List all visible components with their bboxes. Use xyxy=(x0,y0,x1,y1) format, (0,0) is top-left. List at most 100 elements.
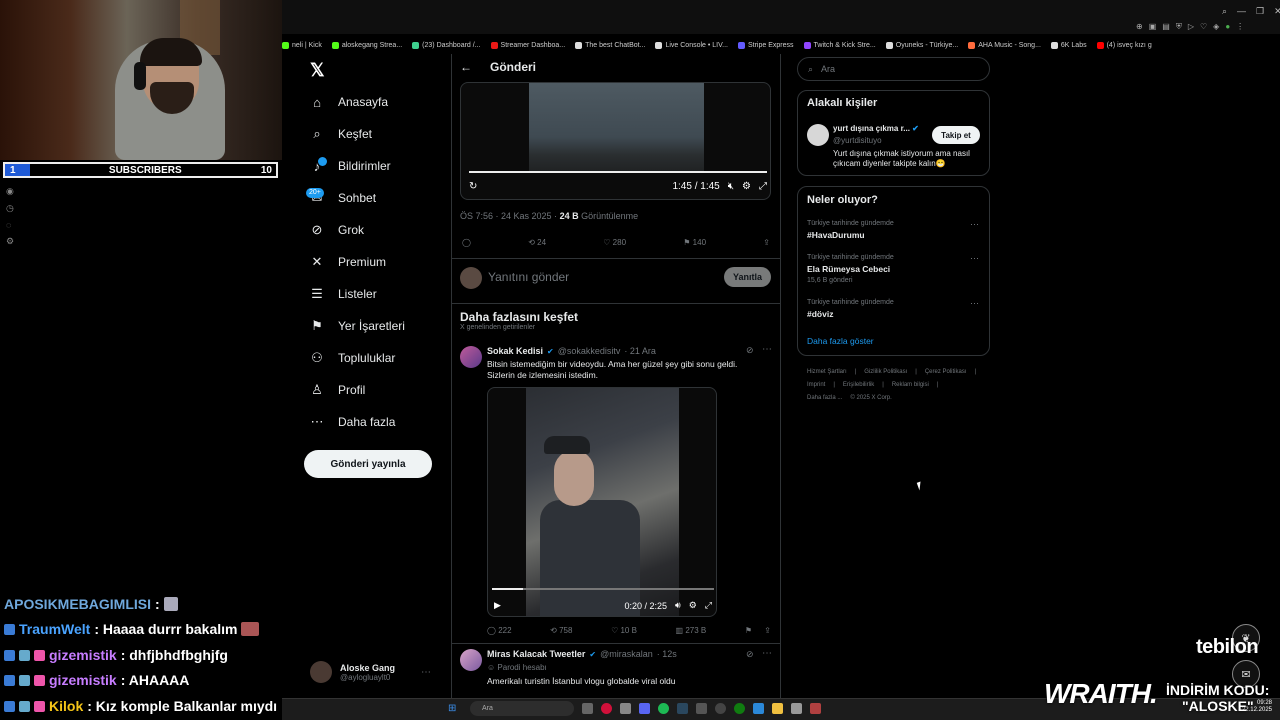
bookmark-item[interactable]: The best ChatBot... xyxy=(575,41,645,49)
nav-item-anasayfa[interactable]: ⌂ Anasayfa xyxy=(310,90,388,114)
replay-icon[interactable]: ↻ xyxy=(469,181,477,192)
bookmark-item[interactable]: Live Console • LIV... xyxy=(655,41,728,49)
bookmark-item[interactable]: 6K Labs xyxy=(1050,41,1087,49)
retweet-button[interactable]: ⟲ 24 xyxy=(528,238,546,247)
footer-link[interactable]: © 2025 X Corp. xyxy=(850,395,891,401)
reply-icon[interactable]: ◯ xyxy=(462,238,471,247)
nav-item-listeler[interactable]: ☰ Listeler xyxy=(310,282,377,306)
bookmark-icon[interactable]: ⚑ xyxy=(745,626,752,635)
chat-username[interactable]: TraumWelt xyxy=(19,621,90,637)
spotify-icon[interactable] xyxy=(658,703,669,714)
grok-icon[interactable]: ⊘ xyxy=(746,649,754,660)
nav-item-daha-fazla[interactable]: ⋯ Daha fazla xyxy=(310,410,396,434)
more-icon[interactable]: ⋯ xyxy=(762,344,772,355)
reply-button[interactable]: Yanıtla xyxy=(724,267,771,287)
reply-button[interactable]: ◯ 222 xyxy=(487,626,512,635)
settings-icon[interactable]: ⚙ xyxy=(742,181,751,192)
bookmark-item[interactable]: neli | Kick xyxy=(282,41,322,49)
close-icon[interactable]: ✕ xyxy=(1274,6,1280,17)
more-icon[interactable]: ⋯ xyxy=(970,219,979,230)
menu-icon[interactable]: ⋮ xyxy=(1236,22,1244,32)
tweet-author-name[interactable]: Sokak Kedisi xyxy=(487,346,543,356)
video-progress-bar[interactable] xyxy=(469,171,767,173)
chat-username[interactable]: gizemistik xyxy=(49,672,117,688)
avatar[interactable] xyxy=(807,124,829,146)
tweet-author-name[interactable]: Miras Kalacak Tweetler xyxy=(487,649,585,659)
opera-icon[interactable] xyxy=(601,703,612,714)
bookmark-button[interactable]: ⚑ 140 xyxy=(683,238,706,247)
windows-start-icon[interactable]: ⊞ xyxy=(448,703,456,714)
trend-name[interactable]: #HavaDurumu xyxy=(807,230,865,240)
bookmark-item[interactable]: Streamer Dashboa... xyxy=(490,41,565,49)
more-icon[interactable]: ⋯ xyxy=(970,298,979,309)
settings-icon[interactable]: ⚙ xyxy=(689,600,697,611)
fullscreen-icon[interactable]: ⤢ xyxy=(705,600,712,611)
footer-link[interactable]: Gizlilik Politikası xyxy=(864,369,907,375)
heart-icon[interactable]: ♡ xyxy=(1200,22,1207,32)
bookmark-item[interactable]: AHA Music - Song... xyxy=(968,41,1041,49)
tweet-author-handle[interactable]: @sokakkedisitv xyxy=(558,346,621,356)
search-icon[interactable]: ⌕ xyxy=(1222,6,1227,17)
explorer-icon[interactable] xyxy=(620,703,631,714)
discord-icon[interactable] xyxy=(639,703,650,714)
retweet-button[interactable]: ⟲ 758 xyxy=(550,626,572,635)
video-player[interactable]: ▶ 0:20 / 2:25 🔊︎ ⚙ ⤢ xyxy=(487,387,717,617)
share-icon[interactable]: ⇪ xyxy=(763,238,770,247)
volume-icon[interactable]: 🔊︎ xyxy=(675,600,681,611)
back-arrow-icon[interactable]: ← xyxy=(460,60,472,74)
person-handle[interactable]: @yurtdisituyo xyxy=(833,136,882,145)
footer-link[interactable]: Daha fazla ... xyxy=(807,395,842,401)
show-more-link[interactable]: Daha fazla göster xyxy=(807,336,874,346)
chat-username[interactable]: APOSIKMEBAGIMLISI xyxy=(4,596,151,612)
bookmark-item[interactable]: (23) Dashboard /... xyxy=(412,41,481,49)
play-icon[interactable]: ▷ xyxy=(1188,22,1194,32)
footer-link[interactable]: Imprint xyxy=(807,382,825,388)
search-input[interactable]: ⌕ Ara xyxy=(797,57,990,81)
extension-icon[interactable]: ◈ xyxy=(1213,22,1219,32)
like-button[interactable]: ♡ 280 xyxy=(603,238,626,247)
footer-link[interactable]: Reklam bilgisi xyxy=(892,382,929,388)
profile-icon[interactable]: ● xyxy=(1225,22,1230,32)
obs-icon[interactable] xyxy=(715,703,726,714)
nav-item-grok[interactable]: ⊘ Grok xyxy=(310,218,364,242)
nav-item-yer-i-şaretleri[interactable]: ⚑ Yer İşaretleri xyxy=(310,314,405,338)
avatar[interactable] xyxy=(460,649,482,671)
fullscreen-icon[interactable]: ⤢ xyxy=(759,181,767,192)
bookmark-item[interactable]: Stripe Express xyxy=(737,41,794,49)
zoom-icon[interactable]: ⊕ xyxy=(1136,22,1143,32)
more-icon[interactable]: ⋯ xyxy=(970,253,979,264)
mute-icon[interactable]: 🔇︎ xyxy=(728,181,734,192)
clock-icon[interactable]: ◷ xyxy=(6,203,14,214)
taskview-icon[interactable] xyxy=(582,703,593,714)
extension-icon[interactable]: ▤ xyxy=(1162,22,1170,32)
chat-icon[interactable]: ◌ xyxy=(6,220,14,230)
grok-icon[interactable]: ⊘ xyxy=(746,345,754,356)
video-progress-track[interactable] xyxy=(492,588,714,590)
play-icon[interactable]: ▶ xyxy=(494,600,501,611)
tweet-author-handle[interactable]: @miraskalan xyxy=(600,649,653,659)
nav-item-profil[interactable]: ♙ Profil xyxy=(310,378,365,402)
more-icon[interactable]: ⋯ xyxy=(762,648,772,659)
person-name[interactable]: yurt dışına çıkma r... ✔ xyxy=(833,124,928,133)
like-button[interactable]: ♡ 10 B xyxy=(611,626,637,635)
chat-username[interactable]: Kilok xyxy=(49,698,83,714)
nav-item-keşfet[interactable]: ⌕ Keşfet xyxy=(310,122,372,146)
share-icon[interactable]: ⇪ xyxy=(764,626,771,635)
app-icon[interactable] xyxy=(696,703,707,714)
minimize-icon[interactable]: — xyxy=(1237,6,1246,17)
extension-icon[interactable]: ▣ xyxy=(1149,22,1157,32)
xbox-icon[interactable] xyxy=(734,703,745,714)
follow-button[interactable]: Takip et xyxy=(932,126,980,144)
record-icon[interactable]: ◉ xyxy=(6,186,14,197)
video-player[interactable]: ↻ 1:45 / 1:45 🔇︎ ⚙ ⤢ xyxy=(460,82,771,200)
x-logo-icon[interactable]: 𝕏 xyxy=(310,60,325,81)
views-button[interactable]: ▥ 273 B xyxy=(676,626,707,635)
gear-icon[interactable]: ⚙ xyxy=(6,236,14,247)
shield-icon[interactable]: ⛨ xyxy=(1176,22,1182,32)
bookmark-item[interactable]: aloskegang Strea... xyxy=(331,41,402,49)
app-icon[interactable] xyxy=(810,703,821,714)
restore-icon[interactable]: ❐ xyxy=(1256,6,1264,17)
trend-name[interactable]: #döviz xyxy=(807,309,833,319)
footer-link[interactable]: Çerez Politikası xyxy=(925,369,967,375)
folder-icon[interactable] xyxy=(772,703,783,714)
